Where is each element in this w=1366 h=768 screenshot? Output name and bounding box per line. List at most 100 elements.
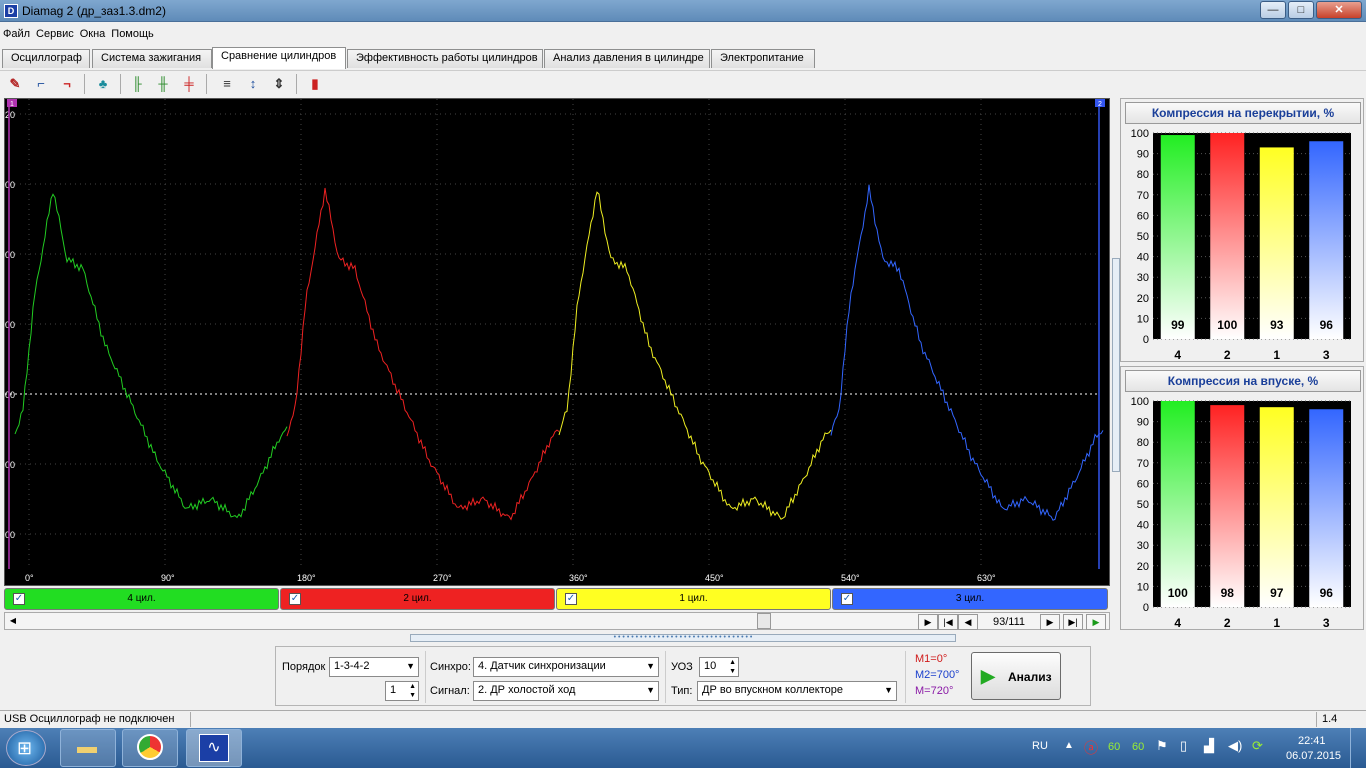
x-tick-label: 360° [569, 573, 588, 583]
oscilloscope-screen[interactable]: 0° 90° 180° 270° 360° 450° 540° 630° 20 00 00 00 00… [4, 98, 1110, 586]
bar-category-label: 4 [1174, 348, 1181, 362]
signal-value: 2. ДР холостой ход [478, 684, 576, 696]
taskbar-diamag[interactable]: ∿ [186, 729, 242, 767]
type-label: Тип: [671, 685, 693, 697]
analyze-button[interactable]: ▶ Анализ [971, 652, 1061, 700]
waveform-cyl-3 [558, 191, 832, 520]
cursor-icon[interactable]: ╫ [152, 73, 174, 95]
bar-y-tick: 50 [1137, 499, 1149, 511]
volume-icon[interactable]: ◀) [1228, 738, 1242, 754]
y-tick-label: 00 [5, 250, 15, 260]
channel-3-checkbox[interactable]: ✓ [841, 593, 853, 605]
order-select[interactable]: 1-3-4-2 ▼ [329, 657, 419, 677]
channel-4[interactable]: ✓ 4 цил. [4, 588, 279, 610]
bar-value-label: 100 [1217, 318, 1237, 332]
bar-cyl-3 [1309, 409, 1344, 607]
lines-icon[interactable]: ≡ [216, 73, 238, 95]
falling-edge-icon[interactable]: ¬ [56, 73, 78, 95]
update-icon[interactable]: ⟳ [1252, 738, 1263, 754]
y-tick-label: 00 [5, 460, 15, 470]
channel-2[interactable]: ✓ 2 цил. [280, 588, 555, 610]
start-button[interactable]: ⊞ [6, 730, 46, 766]
channel-4-checkbox[interactable]: ✓ [13, 593, 25, 605]
zoom-icon[interactable]: ✎ [4, 73, 26, 95]
analyze-label: Анализ [1008, 670, 1052, 684]
uoz-spinner[interactable]: 10 ▲ ▼ [699, 657, 739, 677]
tab-cylinder-compare[interactable]: Сравнение цилиндров [212, 47, 346, 69]
sync-select[interactable]: 4. Датчик синхронизации ▼ [473, 657, 659, 677]
clock-date[interactable]: 06.07.2015 [1286, 750, 1341, 762]
menu-file[interactable]: Файл [0, 26, 33, 42]
nav-next-small-icon[interactable]: ▶ [918, 614, 938, 630]
window-title: Diamag 2 (др_заз1.3.dm2) [22, 4, 166, 18]
antivirus-icon[interactable]: ⓐ [1084, 738, 1098, 758]
waveform-cyl-1 [14, 193, 288, 519]
menu-service[interactable]: Сервис [33, 26, 77, 42]
bar-value-label: 98 [1221, 586, 1235, 600]
divider [905, 651, 906, 703]
menu-help[interactable]: Помощь [108, 26, 157, 42]
vertical-scale-icon[interactable]: ↕ [242, 73, 264, 95]
probe-icon[interactable]: ♣ [92, 73, 114, 95]
signal-select[interactable]: 2. ДР холостой ход ▼ [473, 681, 659, 701]
flag-icon[interactable]: ⚑ [1156, 738, 1168, 754]
chevron-down-icon: ▼ [884, 685, 893, 695]
x-tick-label: 630° [977, 573, 996, 583]
tab-ignition[interactable]: Система зажигания [92, 49, 212, 68]
nav-next-icon[interactable]: ▶ [1040, 614, 1060, 630]
tray-counter-a[interactable]: 60 [1108, 741, 1120, 753]
type-select[interactable]: ДР во впускном коллекторе ▼ [697, 681, 897, 701]
tab-cylinder-pressure[interactable]: Анализ давления в цилиндре [544, 49, 710, 68]
bar-y-tick: 30 [1137, 272, 1149, 284]
bar-y-tick: 20 [1137, 293, 1149, 305]
channel-3[interactable]: ✓ 3 цил. [832, 588, 1108, 610]
scroll-left-icon[interactable]: ◀ [6, 614, 20, 628]
cylinder-spinner[interactable]: 1 ▲ ▼ [385, 681, 419, 701]
report-icon[interactable]: ▮ [304, 73, 326, 95]
bar-y-tick: 60 [1137, 478, 1149, 490]
close-button[interactable]: ✕ [1316, 1, 1362, 19]
language-indicator[interactable]: RU [1032, 740, 1048, 752]
horizontal-scale-icon[interactable]: ⇕ [268, 73, 290, 95]
minimize-button[interactable]: — [1260, 1, 1286, 19]
bar-y-tick: 10 [1137, 581, 1149, 593]
y-tick-label: 00 [5, 390, 15, 400]
x-tick-label: 450° [705, 573, 724, 583]
tray-counter-b[interactable]: 60 [1132, 741, 1144, 753]
uoz-value: 10 [704, 660, 717, 672]
horizontal-scrollbar[interactable]: ◀ ▶ |◀ ◀ 93/111 ▶ ▶| ▶ [4, 612, 1110, 630]
app-icon[interactable]: D [4, 4, 18, 18]
splitter-handle[interactable] [1112, 258, 1120, 472]
taskbar-chrome[interactable] [122, 729, 178, 767]
bar-cyl-2 [1210, 133, 1245, 339]
markers-icon[interactable]: ╟ [126, 73, 148, 95]
channel-1-checkbox[interactable]: ✓ [565, 593, 577, 605]
bar-y-tick: 80 [1137, 437, 1149, 449]
show-desktop-button[interactable] [1350, 728, 1366, 768]
maximize-button[interactable]: □ [1288, 1, 1314, 19]
rising-edge-icon[interactable]: ⌐ [30, 73, 52, 95]
nav-prev-icon[interactable]: ◀ [958, 614, 978, 630]
channel-1[interactable]: ✓ 1 цил. [556, 588, 831, 610]
tray-expand-icon[interactable]: ▲ [1064, 740, 1074, 751]
tab-power[interactable]: Электропитание [711, 49, 815, 68]
divider [190, 712, 191, 727]
clock-time[interactable]: 22:41 [1298, 735, 1326, 747]
balance-icon[interactable]: ╪ [178, 73, 200, 95]
compression-panel: Компрессия на перекрытии, % 100 90 80 70 60 5… [1120, 98, 1364, 630]
nav-last-icon[interactable]: ▶| [1063, 614, 1083, 630]
x-tick-label: 90° [161, 573, 175, 583]
taskbar-explorer[interactable]: ▬ [60, 729, 116, 767]
chrome-icon [137, 734, 163, 760]
channel-2-checkbox[interactable]: ✓ [289, 593, 301, 605]
menu-windows[interactable]: Окна [77, 26, 109, 42]
signal-icon[interactable]: ▟ [1204, 738, 1214, 754]
scroll-thumb[interactable] [757, 613, 771, 629]
tab-oscilloscope[interactable]: Осциллограф [2, 49, 90, 68]
tab-cylinder-efficiency[interactable]: Эффективность работы цилиндров [347, 49, 543, 68]
play-icon[interactable]: ▶ [1086, 614, 1106, 630]
bar-value-label: 97 [1270, 586, 1284, 600]
nav-first-icon[interactable]: |◀ [938, 614, 958, 630]
bottom-splitter[interactable]: • • • • • • • • • • • • • • • • • • • • … [410, 634, 956, 642]
battery-icon[interactable]: ▯ [1180, 738, 1187, 754]
